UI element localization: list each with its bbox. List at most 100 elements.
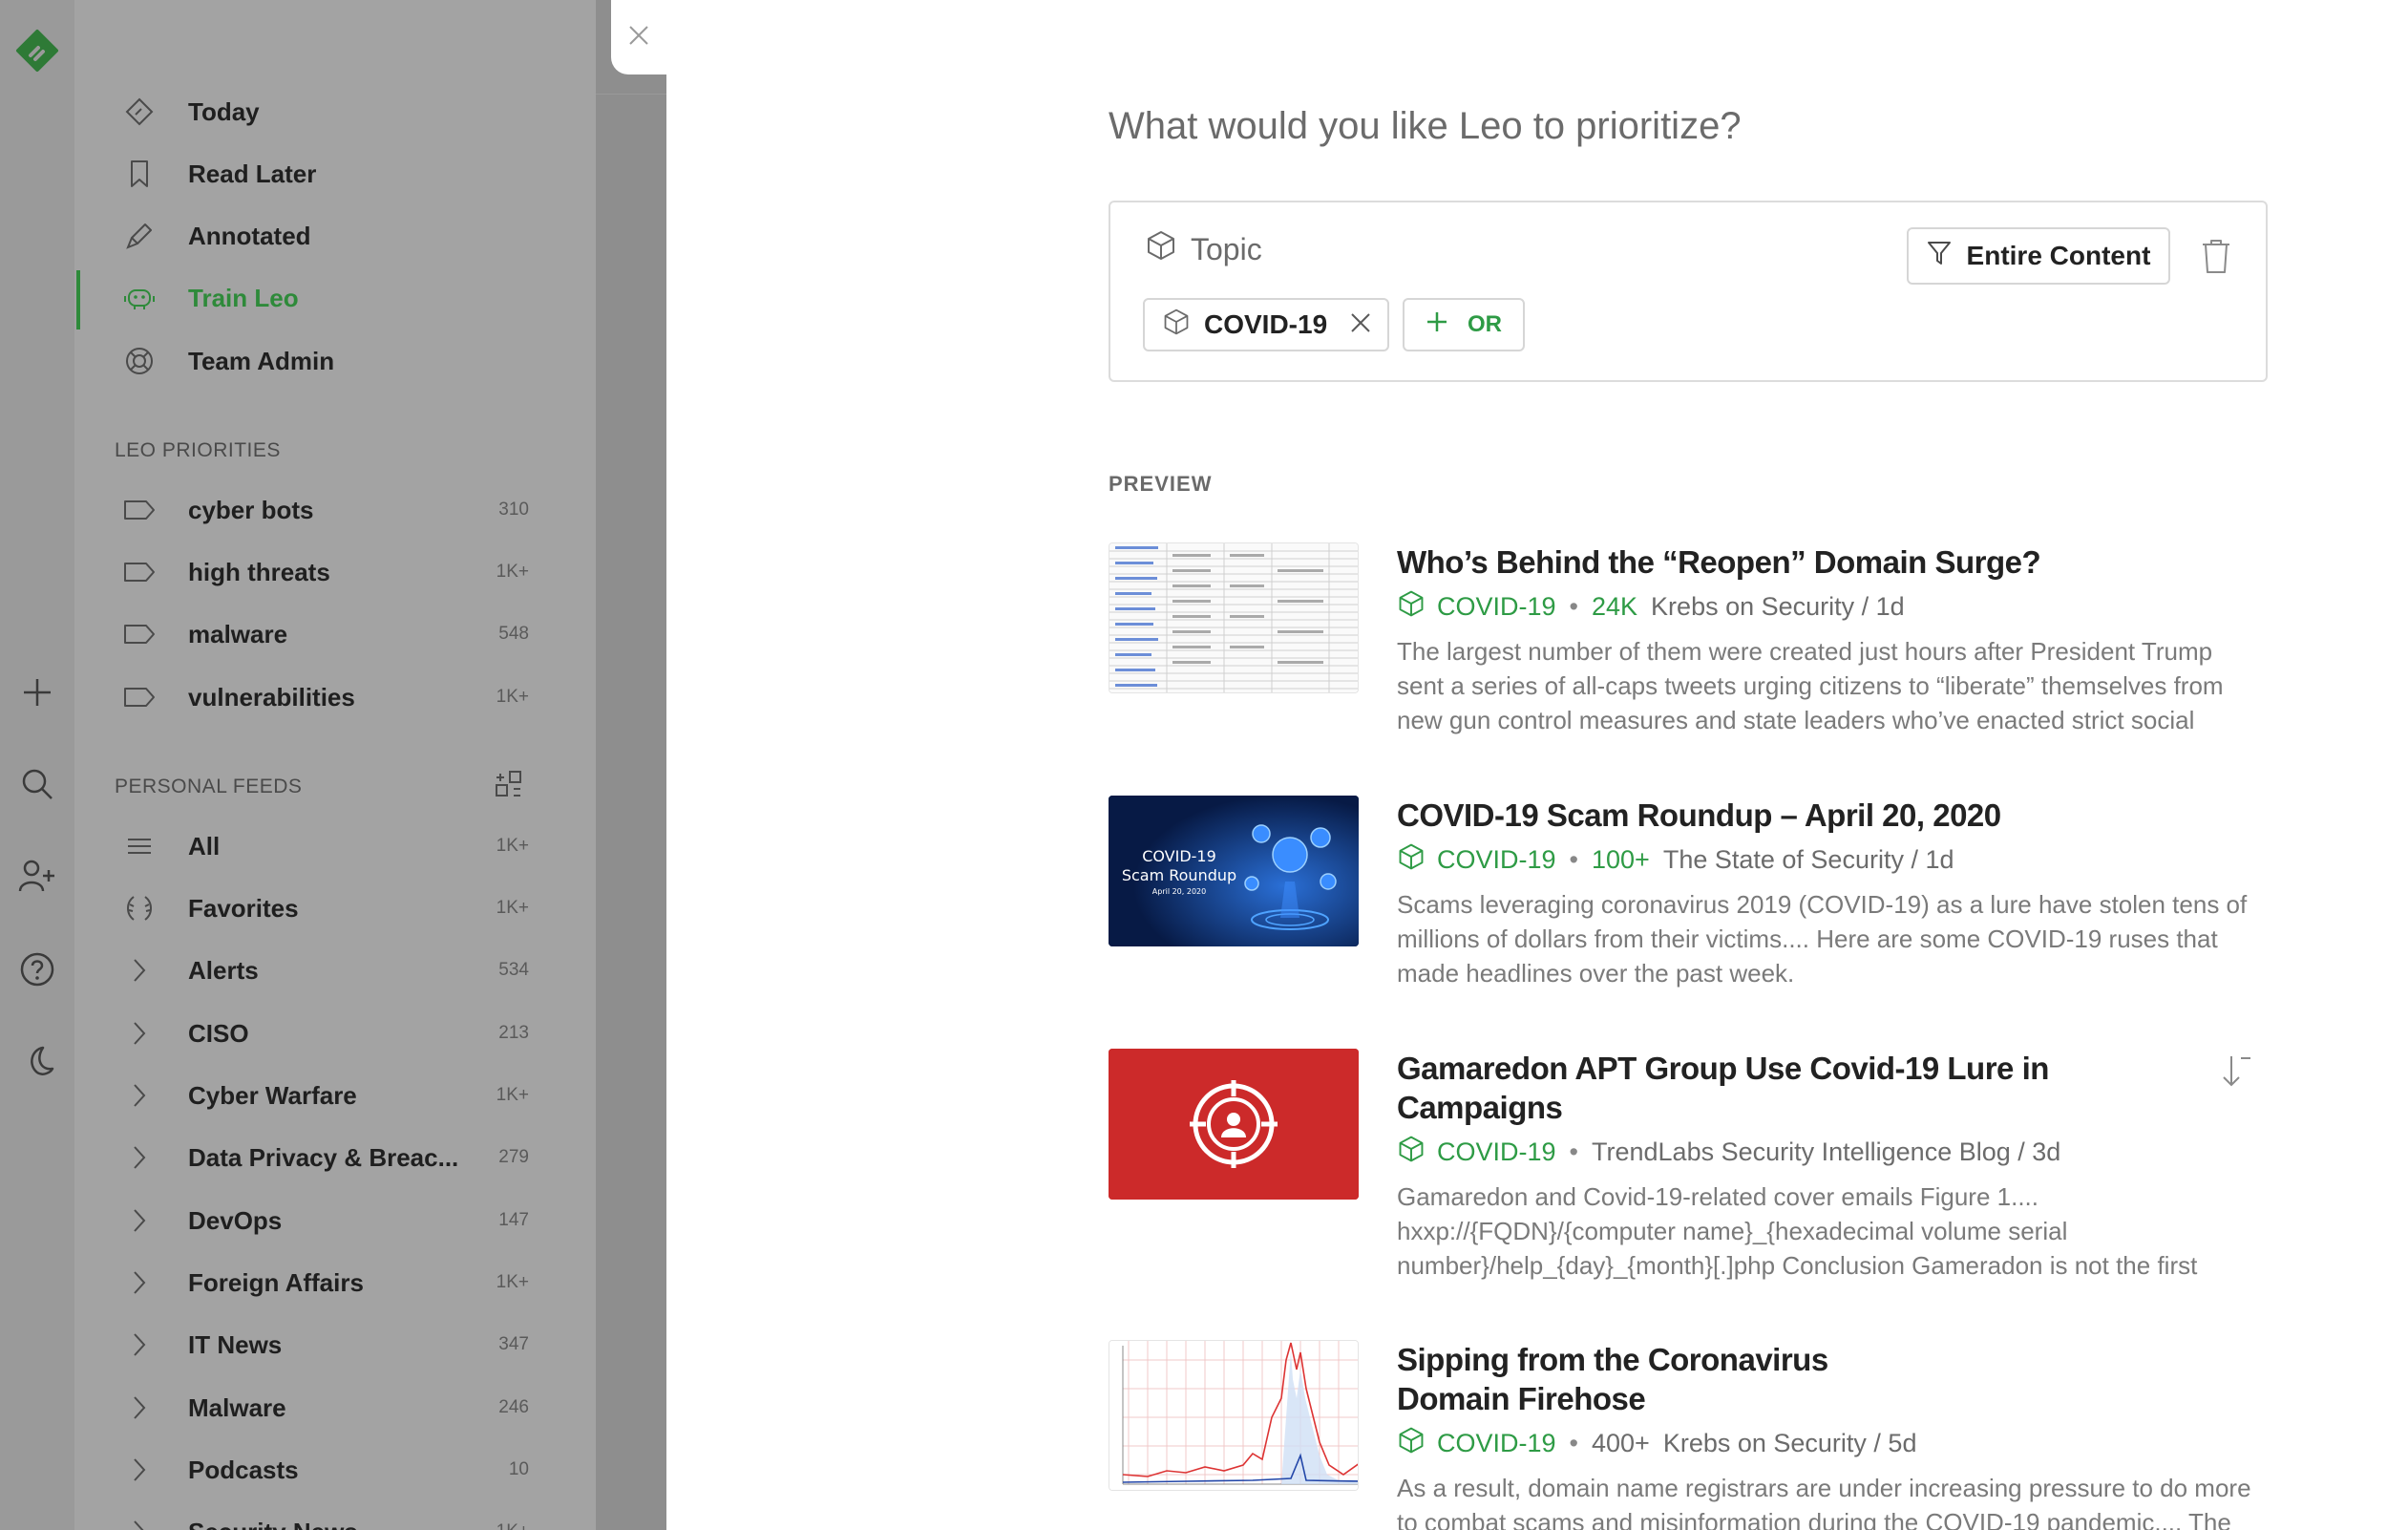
article-thumbnail — [1109, 542, 1359, 693]
add-or-button[interactable]: OR — [1403, 298, 1525, 351]
feed-it-news[interactable]: IT News 347 — [74, 1317, 596, 1372]
article-meta: COVID-19 • 24K Krebs on Security / 1d — [1397, 589, 2256, 625]
priority-label: cyber bots — [188, 495, 314, 524]
thumbnail-line-3: April 20, 2020 — [1151, 887, 1207, 896]
trash-icon[interactable] — [2199, 237, 2233, 275]
feed-label: Foreign Affairs — [188, 1267, 364, 1297]
feed-favorites[interactable]: Favorites 1K+ — [74, 881, 596, 936]
lifebuoy-icon — [122, 344, 157, 378]
chevron-right-icon[interactable] — [122, 1453, 157, 1487]
feed-foreign-affairs[interactable]: Foreign Affairs 1K+ — [74, 1255, 596, 1310]
unread-count: 213 — [498, 1023, 529, 1043]
nav-team-admin[interactable]: Team Admin — [74, 333, 596, 389]
unread-count: 1K+ — [496, 562, 529, 582]
nav-label: Team Admin — [188, 346, 335, 375]
unread-count: 347 — [498, 1334, 529, 1354]
unread-count: 1K+ — [496, 1085, 529, 1105]
or-label: OR — [1468, 311, 1502, 337]
add-icon[interactable] — [13, 669, 61, 716]
unread-count: 1K+ — [496, 1521, 529, 1530]
article-title[interactable]: COVID-19 Scam Roundup – April 20, 2020 — [1397, 796, 2065, 835]
topic-tag[interactable]: COVID-19 — [1397, 1135, 1556, 1170]
feed-ciso[interactable]: CISO 213 — [74, 1006, 596, 1061]
article-summary: Scams leveraging coronavirus 2019 (COVID… — [1397, 890, 2248, 988]
train-leo-panel: What would you like Leo to prioritize? T… — [666, 0, 2408, 1530]
unread-count: 147 — [498, 1210, 529, 1230]
help-icon[interactable] — [13, 946, 61, 993]
feedly-logo-icon[interactable] — [15, 29, 59, 73]
chevron-right-icon[interactable] — [122, 1078, 157, 1113]
priority-cyber-bots[interactable]: cyber bots 310 — [74, 482, 596, 538]
chevron-right-icon[interactable] — [122, 1203, 157, 1238]
article-source[interactable]: Krebs on Security / 1d — [1651, 592, 1905, 622]
close-button[interactable] — [611, 0, 666, 74]
article-title[interactable]: Sipping from the Coronavirus Domain Fire… — [1397, 1340, 1932, 1418]
unread-count: 534 — [498, 960, 529, 980]
nav-today[interactable]: Today — [74, 84, 596, 139]
icon-rail — [0, 0, 74, 1530]
article-meta: COVID-19 • TrendLabs Security Intelligen… — [1397, 1135, 2256, 1170]
label-tag-icon — [122, 617, 157, 651]
feed-alerts[interactable]: Alerts 534 — [74, 943, 596, 998]
article-title[interactable]: Gamaredon APT Group Use Covid-19 Lure in… — [1397, 1049, 2065, 1127]
feed-all[interactable]: All 1K+ — [74, 818, 596, 874]
organize-feeds-icon[interactable] — [495, 770, 523, 798]
sort-down-icon[interactable] — [2216, 1052, 2254, 1091]
priority-malware[interactable]: malware 548 — [74, 606, 596, 662]
search-icon[interactable] — [13, 760, 61, 808]
article-source[interactable]: Krebs on Security / 5d — [1663, 1429, 1917, 1458]
nav-train-leo[interactable]: Train Leo — [74, 270, 596, 326]
feed-data-privacy[interactable]: Data Privacy & Breac... 279 — [74, 1130, 596, 1185]
nav-label: Annotated — [188, 221, 311, 250]
topic-chip-covid19[interactable]: COVID-19 — [1143, 298, 1389, 351]
remove-chip-icon[interactable] — [1350, 309, 1371, 340]
feed-label: IT News — [188, 1329, 283, 1359]
feed-label: CISO — [188, 1018, 249, 1048]
topic-header: Topic — [1145, 229, 1262, 269]
cube-icon — [1397, 1426, 1426, 1461]
feed-podcasts[interactable]: Podcasts 10 — [74, 1442, 596, 1498]
unread-count: 310 — [498, 499, 529, 520]
engagement-count: 400+ — [1592, 1429, 1650, 1457]
priority-high-threats[interactable]: high threats 1K+ — [74, 544, 596, 600]
chevron-right-icon[interactable] — [122, 953, 157, 988]
article-thumbnail: COVID-19 Scam Roundup April 20, 2020 — [1109, 796, 1359, 946]
modal-backdrop[interactable] — [596, 0, 666, 1530]
dark-mode-icon[interactable] — [13, 1037, 61, 1085]
article-source[interactable]: TrendLabs Security Intelligence Blog / 3… — [1592, 1137, 2060, 1167]
chevron-right-icon[interactable] — [122, 1140, 157, 1175]
unread-count: 548 — [498, 624, 529, 644]
separator: • — [1569, 1429, 1578, 1457]
article-source[interactable]: The State of Security / 1d — [1663, 845, 1954, 875]
feed-security-news[interactable]: Security News 1K+ — [74, 1504, 596, 1530]
topic-tag[interactable]: COVID-19 — [1397, 842, 1556, 878]
article-meta: COVID-19 • 100+ The State of Security / … — [1397, 842, 2256, 878]
nav-annotated[interactable]: Annotated — [74, 208, 596, 264]
article-title[interactable]: Who’s Behind the “Reopen” Domain Surge? — [1397, 542, 2065, 582]
entire-content-button[interactable]: Entire Content — [1907, 227, 2170, 285]
unread-count: 1K+ — [496, 836, 529, 856]
sidebar: Today Read Later Annotated Train Leo Tea… — [74, 0, 596, 1530]
topic-label: Topic — [1191, 231, 1262, 266]
unread-count: 279 — [498, 1147, 529, 1167]
feed-devops[interactable]: DevOps 147 — [74, 1193, 596, 1248]
plus-icon — [1426, 310, 1448, 340]
chevron-right-icon[interactable] — [122, 1016, 157, 1051]
nav-read-later[interactable]: Read Later — [74, 146, 596, 202]
feed-cyber-warfare[interactable]: Cyber Warfare 1K+ — [74, 1068, 596, 1123]
priority-vulnerabilities[interactable]: vulnerabilities 1K+ — [74, 669, 596, 725]
unread-count: 10 — [508, 1459, 529, 1479]
personal-feeds-header: PERSONAL FEEDS — [115, 776, 303, 797]
topic-tag[interactable]: COVID-19 — [1397, 1426, 1556, 1461]
chevron-right-icon[interactable] — [122, 1515, 157, 1530]
chevron-right-icon[interactable] — [122, 1265, 157, 1300]
article-body: Who’s Behind the “Reopen” Domain Surge? … — [1397, 542, 2256, 737]
page-title: What would you like Leo to prioritize? — [1109, 105, 1742, 147]
feed-malware[interactable]: Malware 246 — [74, 1380, 596, 1435]
add-user-icon[interactable] — [13, 852, 61, 900]
unread-count: 1K+ — [496, 1272, 529, 1292]
chevron-right-icon[interactable] — [122, 1391, 157, 1425]
chevron-right-icon[interactable] — [122, 1328, 157, 1362]
topic-tag[interactable]: COVID-19 — [1397, 589, 1556, 625]
article-summary: As a result, domain name registrars are … — [1397, 1474, 2251, 1530]
